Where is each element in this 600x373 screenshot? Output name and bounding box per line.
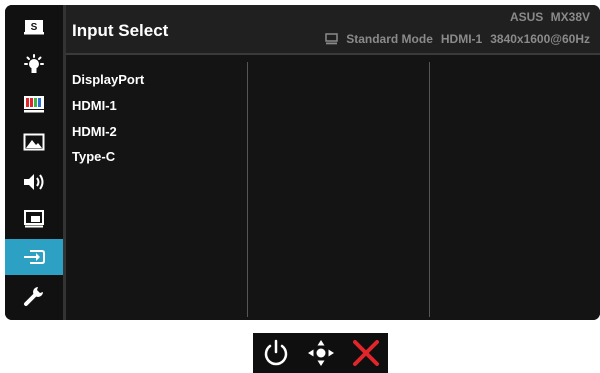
power-button[interactable]	[261, 338, 291, 368]
pip-icon	[24, 210, 44, 228]
sidebar-item-input-select[interactable]	[5, 239, 63, 275]
osd-menu: S Input Select ASUS MX38V Standard Mode …	[5, 5, 600, 320]
splendid-label: S	[31, 22, 38, 33]
sidebar: S	[5, 5, 63, 320]
image-icon	[23, 133, 45, 151]
sidebar-item-splendid[interactable]: S	[5, 9, 63, 45]
page-title: Input Select	[72, 21, 169, 40]
close-button[interactable]	[351, 338, 381, 368]
option-hdmi-2[interactable]: HDMI-2	[72, 124, 117, 139]
input-icon	[24, 250, 45, 264]
option-type-c[interactable]: Type-C	[72, 149, 115, 164]
monitor-icon	[325, 33, 338, 45]
sidebar-item-image[interactable]	[5, 124, 63, 160]
sidebar-item-blue-light-filter[interactable]	[5, 48, 63, 84]
header: Input Select ASUS MX38V Standard Mode HD…	[66, 5, 600, 53]
close-icon	[352, 340, 379, 366]
color-bars-icon	[24, 96, 44, 113]
sidebar-item-system-setup[interactable]	[5, 278, 63, 314]
wrench-icon	[24, 287, 43, 306]
column-divider	[429, 62, 430, 317]
five-way-navigation-icon	[307, 340, 334, 366]
splendid-s-icon: S	[24, 20, 44, 35]
option-displayport[interactable]: DisplayPort	[72, 72, 144, 87]
status-mode: Standard Mode	[346, 32, 433, 46]
input-options-panel: DisplayPort HDMI-1 HDMI-2 Type-C	[66, 55, 600, 320]
status-input: HDMI-1	[440, 32, 483, 46]
column-divider	[247, 62, 248, 317]
status-bar: Standard Mode HDMI-1 3840x1600@60Hz	[325, 32, 590, 46]
speaker-icon	[24, 174, 44, 190]
sidebar-item-pip-pbp[interactable]	[5, 201, 63, 237]
control-buttons	[253, 333, 388, 373]
navigation-button[interactable]	[306, 338, 336, 368]
model-name: ASUS MX38V	[509, 10, 590, 24]
bulb-icon	[24, 54, 44, 73]
sidebar-item-color[interactable]	[5, 86, 63, 122]
sidebar-item-sound[interactable]	[5, 164, 63, 200]
status-resolution: 3840x1600@60Hz	[490, 32, 590, 46]
option-hdmi-1[interactable]: HDMI-1	[72, 98, 117, 113]
power-icon	[264, 339, 287, 366]
